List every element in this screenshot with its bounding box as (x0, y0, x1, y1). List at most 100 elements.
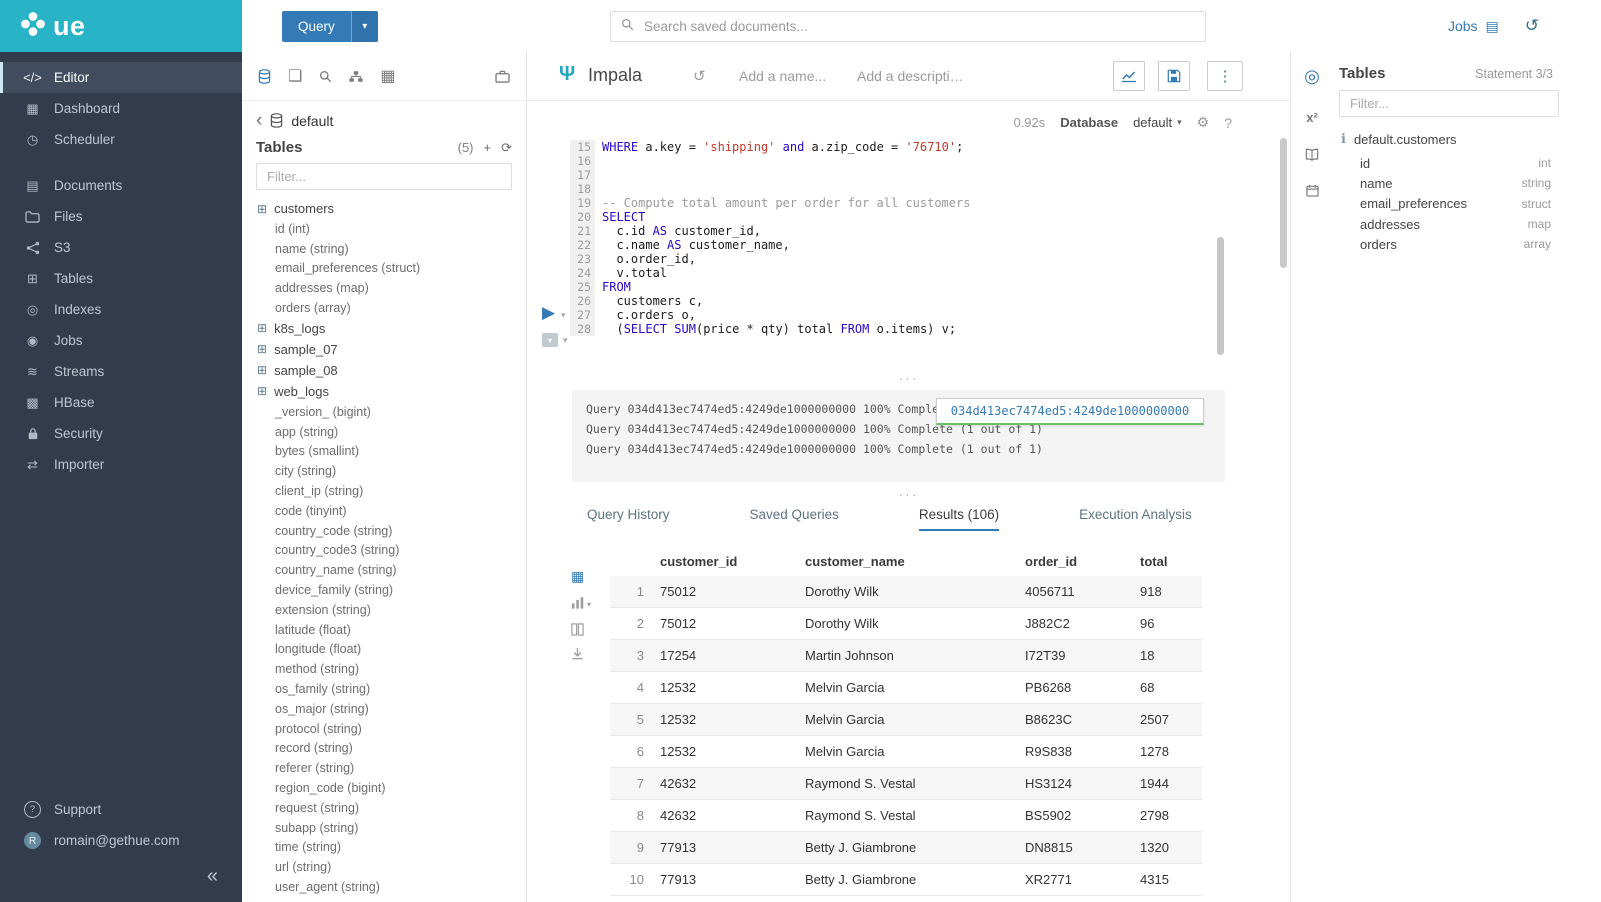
query-description-field[interactable]: Add a descriptio... (857, 68, 969, 84)
result-row[interactable]: 512532Melvin GarciaB8623C2507 (610, 704, 1202, 736)
right-column-email-preferences[interactable]: email_preferencesstruct (1360, 194, 1551, 214)
tab-query-history[interactable]: Query History (587, 507, 670, 531)
result-row[interactable]: 317254Martin JohnsonI72T3918 (610, 640, 1202, 672)
assist-table-sample-08[interactable]: ⊞sample_08 (242, 360, 526, 381)
result-row[interactable]: 175012Dorothy Wilk4056711918 (610, 576, 1202, 608)
refresh-tables-icon[interactable]: ⟳ (501, 140, 512, 156)
assist-column[interactable]: request (string) (242, 798, 526, 818)
sidebar-item-s3[interactable]: S3 (0, 232, 242, 263)
assist-table-web-logs[interactable]: ⊞web_logs (242, 381, 526, 402)
sidebar-item-streams[interactable]: ≋Streams (0, 356, 242, 387)
assist-column[interactable]: name (string) (242, 239, 526, 259)
assist-search-icon[interactable] (319, 70, 332, 83)
assist-column[interactable]: subapp (string) (242, 818, 526, 838)
database-name[interactable]: default (291, 113, 333, 129)
tab-saved-queries[interactable]: Saved Queries (750, 507, 839, 531)
right-column-id[interactable]: idint (1360, 153, 1551, 173)
limit-button[interactable]: ▾ (542, 333, 558, 347)
settings-gear-icon[interactable]: ⚙ (1197, 114, 1210, 131)
right-column-orders[interactable]: ordersarray (1360, 234, 1551, 254)
sidebar-item-support[interactable]: ? Support (0, 794, 242, 825)
columns-view-icon[interactable] (571, 623, 584, 636)
jobs-link[interactable]: Jobs ▤ (1448, 18, 1499, 35)
assist-column[interactable]: os_major (string) (242, 699, 526, 719)
assist-column[interactable]: code (tinyint) (242, 501, 526, 521)
sidebar-item-files[interactable]: Files (0, 201, 242, 232)
column-header-customer-id[interactable]: customer_id (660, 554, 805, 569)
assist-column[interactable]: device_family (string) (242, 580, 526, 600)
assist-table-customers[interactable]: ⊞customers (242, 198, 526, 219)
language-reference-icon[interactable] (1305, 148, 1319, 161)
sidebar-item-importer[interactable]: ⇄Importer (0, 449, 242, 480)
execute-options-caret[interactable]: ▾ (561, 310, 566, 321)
sidebar-item-indexes[interactable]: ◎Indexes (0, 294, 242, 325)
back-chevron-icon[interactable]: ‹ (256, 111, 262, 130)
sidebar-item-hbase[interactable]: ▩HBase (0, 387, 242, 418)
sidebar-item-jobs[interactable]: ◉Jobs (0, 325, 242, 356)
result-row[interactable]: 1077913Betty J. GiambroneXR27714315 (610, 864, 1202, 896)
assist-column[interactable]: addresses (map) (242, 278, 526, 298)
save-button[interactable] (1158, 61, 1190, 91)
assist-column[interactable]: region_code (bigint) (242, 778, 526, 798)
column-header-order-id[interactable]: order_id (1025, 554, 1140, 569)
execute-button[interactable]: ▶ (542, 304, 555, 321)
new-query-button[interactable]: Query ▾ (282, 11, 378, 42)
sidebar-item-documents[interactable]: ▤Documents (0, 170, 242, 201)
column-header-total[interactable]: total (1140, 554, 1202, 569)
resize-handle-bottom[interactable] (527, 490, 1290, 500)
databases-icon[interactable] (258, 69, 271, 84)
grid-view-icon[interactable]: ▦ (571, 568, 584, 585)
sitemap-icon[interactable] (349, 70, 363, 83)
resize-handle-top[interactable] (527, 374, 1290, 384)
assist-column[interactable]: url (string) (242, 857, 526, 877)
add-table-icon[interactable]: + (484, 140, 492, 155)
main-scrollbar[interactable] (1280, 138, 1287, 268)
chart-button[interactable] (1113, 61, 1145, 91)
hue-logo[interactable]: ue (0, 0, 242, 52)
assist-column[interactable]: id (int) (242, 219, 526, 239)
assist-column[interactable]: os_family (string) (242, 679, 526, 699)
right-filter-input[interactable] (1348, 95, 1550, 112)
active-table-row[interactable]: ℹ default.customers (1333, 125, 1601, 153)
documents-stack-icon[interactable]: ❏ (288, 66, 302, 86)
briefcase-icon[interactable] (495, 70, 510, 83)
sidebar-item-editor[interactable]: </>Editor (0, 62, 242, 93)
assist-column[interactable]: method (string) (242, 659, 526, 679)
apps-grid-icon[interactable]: ▦ (380, 66, 395, 86)
assist-column[interactable]: latitude (float) (242, 620, 526, 640)
help-question-icon[interactable]: ? (1224, 115, 1232, 131)
assist-column[interactable]: client_ip (string) (242, 481, 526, 501)
query-id-tooltip[interactable]: 034d413ec7474ed5:4249de1000000000 (936, 398, 1204, 425)
database-select[interactable]: default ▾ (1133, 115, 1182, 130)
collapse-sidebar-button[interactable]: « (0, 856, 242, 892)
assist-table-sample-07[interactable]: ⊞sample_07 (242, 339, 526, 360)
sidebar-item-dashboard[interactable]: ▦Dashboard (0, 93, 242, 124)
query-dropdown-caret[interactable]: ▾ (351, 11, 378, 42)
assist-column[interactable]: record (string) (242, 739, 526, 759)
limit-caret[interactable]: ▾ (563, 335, 568, 346)
right-column-name[interactable]: namestring (1360, 173, 1551, 193)
new-query-label[interactable]: Query (282, 11, 351, 42)
functions-icon[interactable]: x² (1306, 110, 1318, 125)
chart-view-icon[interactable]: ▾ (571, 596, 591, 612)
assist-column[interactable]: country_name (string) (242, 560, 526, 580)
assist-column[interactable]: user_agent (string) (242, 877, 526, 897)
assistant-icon[interactable]: ◎ (1304, 66, 1320, 87)
assist-column[interactable]: country_code (string) (242, 521, 526, 541)
assist-table-k8s-logs[interactable]: ⊞k8s_logs (242, 318, 526, 339)
assist-column[interactable]: _version_ (bigint) (242, 402, 526, 422)
sidebar-item-security[interactable]: Security (0, 418, 242, 449)
result-row[interactable]: 842632Raymond S. VestalBS59022798 (610, 800, 1202, 832)
sidebar-item-user[interactable]: R romain@gethue.com (0, 825, 242, 856)
search-input[interactable] (642, 18, 1195, 35)
sidebar-item-scheduler[interactable]: ◷Scheduler (0, 124, 242, 155)
assist-column[interactable]: longitude (float) (242, 640, 526, 660)
history-icon[interactable]: ↺ (1525, 16, 1539, 36)
assist-column[interactable]: bytes (smallint) (242, 442, 526, 462)
query-history-icon[interactable]: ↺ (693, 67, 706, 85)
tab-results-106[interactable]: Results (106) (919, 507, 999, 531)
query-name-field[interactable]: Add a name... (739, 68, 826, 84)
editor-scrollbar[interactable] (1217, 237, 1224, 355)
assist-column[interactable]: orders (array) (242, 298, 526, 318)
assist-column[interactable]: app (string) (242, 422, 526, 442)
